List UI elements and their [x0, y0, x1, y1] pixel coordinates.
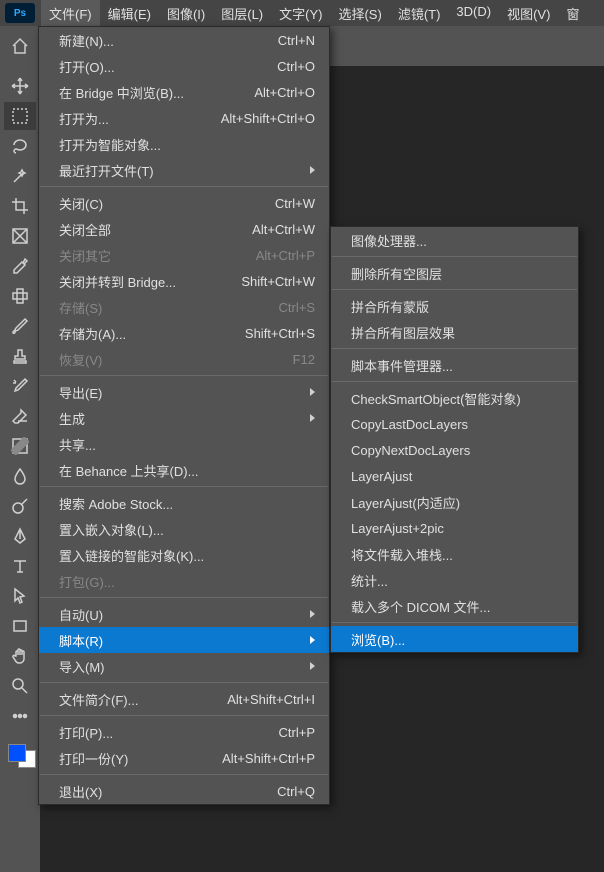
- tool-blur[interactable]: [4, 462, 36, 490]
- file-menu-item[interactable]: 打印一份(Y)Alt+Shift+Ctrl+P: [39, 745, 329, 771]
- script-menu-item[interactable]: 删除所有空图层: [331, 260, 578, 286]
- file-menu-item[interactable]: 打开为智能对象...: [39, 131, 329, 157]
- script-menu-item[interactable]: LayerAjust+2pic: [331, 515, 578, 541]
- script-menu-item[interactable]: LayerAjust: [331, 463, 578, 489]
- tool-rectangle[interactable]: [4, 612, 36, 640]
- script-menu-item[interactable]: 脚本事件管理器...: [331, 352, 578, 378]
- file-menu-item[interactable]: 打开(O)...Ctrl+O: [39, 53, 329, 79]
- file-menu-item[interactable]: 共享...: [39, 431, 329, 457]
- menu-6[interactable]: 滤镜(T): [390, 0, 449, 27]
- menu-1[interactable]: 编辑(E): [100, 0, 159, 27]
- menu-4[interactable]: 文字(Y): [271, 0, 330, 27]
- file-menu-item[interactable]: 自动(U): [39, 601, 329, 627]
- tool-path-select[interactable]: [4, 582, 36, 610]
- tool-brush[interactable]: [4, 312, 36, 340]
- tool-dodge[interactable]: [4, 492, 36, 520]
- file-menu-item[interactable]: 在 Bridge 中浏览(B)...Alt+Ctrl+O: [39, 79, 329, 105]
- file-menu-item[interactable]: 关闭并转到 Bridge...Shift+Ctrl+W: [39, 268, 329, 294]
- file-menu-item[interactable]: 置入嵌入对象(L)...: [39, 516, 329, 542]
- menu-0[interactable]: 文件(F): [41, 0, 100, 27]
- script-menu-item[interactable]: 统计...: [331, 567, 578, 593]
- color-swatches[interactable]: [4, 738, 36, 770]
- tool-more[interactable]: [4, 702, 36, 730]
- script-menu-item[interactable]: 浏览(B)...: [331, 626, 578, 652]
- file-menu-item[interactable]: 打开为...Alt+Shift+Ctrl+O: [39, 105, 329, 131]
- script-submenu: 图像处理器... 删除所有空图层拼合所有蒙版拼合所有图层效果脚本事件管理器... C…: [330, 226, 579, 653]
- file-menu-item[interactable]: 存储为(A)...Shift+Ctrl+S: [39, 320, 329, 346]
- script-menu-item[interactable]: 将文件载入堆栈...: [331, 541, 578, 567]
- file-menu-item[interactable]: 生成: [39, 405, 329, 431]
- menu-9[interactable]: 窗: [558, 0, 587, 27]
- file-menu-item[interactable]: 脚本(R): [39, 627, 329, 653]
- tool-palette: [0, 66, 40, 872]
- file-menu: 新建(N)...Ctrl+N打开(O)...Ctrl+O在 Bridge 中浏览…: [38, 26, 330, 805]
- file-menu-item[interactable]: 关闭全部Alt+Ctrl+W: [39, 216, 329, 242]
- script-menu-item[interactable]: 载入多个 DICOM 文件...: [331, 593, 578, 619]
- tool-eraser[interactable]: [4, 402, 36, 430]
- file-menu-item: 恢复(V)F12: [39, 346, 329, 372]
- tool-gradient[interactable]: [4, 432, 36, 460]
- script-menu-item[interactable]: CopyNextDocLayers: [331, 437, 578, 463]
- menu-7[interactable]: 3D(D): [448, 0, 499, 27]
- file-menu-item[interactable]: 文件简介(F)...Alt+Shift+Ctrl+I: [39, 686, 329, 712]
- script-menu-item[interactable]: 拼合所有蒙版: [331, 293, 578, 319]
- script-menu-item[interactable]: 拼合所有图层效果: [331, 319, 578, 345]
- file-menu-item[interactable]: 搜索 Adobe Stock...: [39, 490, 329, 516]
- menubar: Ps 文件(F)编辑(E)图像(I)图层(L)文字(Y)选择(S)滤镜(T)3D…: [0, 0, 604, 26]
- tool-type[interactable]: [4, 552, 36, 580]
- file-menu-item[interactable]: 打印(P)...Ctrl+P: [39, 719, 329, 745]
- file-menu-item[interactable]: 退出(X)Ctrl+Q: [39, 778, 329, 804]
- file-menu-item: 打包(G)...: [39, 568, 329, 594]
- file-menu-item: 存储(S)Ctrl+S: [39, 294, 329, 320]
- menu-3[interactable]: 图层(L): [213, 0, 271, 27]
- tool-pen[interactable]: [4, 522, 36, 550]
- tool-stamp[interactable]: [4, 342, 36, 370]
- tool-zoom[interactable]: [4, 672, 36, 700]
- tool-hand[interactable]: [4, 642, 36, 670]
- tool-crop[interactable]: [4, 192, 36, 220]
- file-menu-item[interactable]: 导出(E): [39, 379, 329, 405]
- app-logo: Ps: [5, 3, 35, 23]
- file-menu-item[interactable]: 最近打开文件(T): [39, 157, 329, 183]
- file-menu-item: 关闭其它Alt+Ctrl+P: [39, 242, 329, 268]
- script-menu-item[interactable]: CopyLastDocLayers: [331, 411, 578, 437]
- script-menu-item[interactable]: LayerAjust(内适应): [331, 489, 578, 515]
- tool-history-brush[interactable]: [4, 372, 36, 400]
- menu-8[interactable]: 视图(V): [499, 0, 558, 27]
- tool-marquee[interactable]: [4, 102, 36, 130]
- script-menu-item[interactable]: 图像处理器...: [331, 227, 578, 253]
- menu-2[interactable]: 图像(I): [159, 0, 213, 27]
- file-menu-item[interactable]: 置入链接的智能对象(K)...: [39, 542, 329, 568]
- tool-frame[interactable]: [4, 222, 36, 250]
- menu-5[interactable]: 选择(S): [330, 0, 389, 27]
- home-icon[interactable]: [8, 34, 32, 58]
- script-menu-item[interactable]: CheckSmartObject(智能对象): [331, 385, 578, 411]
- tool-wand[interactable]: [4, 162, 36, 190]
- tool-move[interactable]: [4, 72, 36, 100]
- tool-lasso[interactable]: [4, 132, 36, 160]
- tool-eyedropper[interactable]: [4, 252, 36, 280]
- file-menu-item[interactable]: 新建(N)...Ctrl+N: [39, 27, 329, 53]
- tool-healing[interactable]: [4, 282, 36, 310]
- file-menu-item[interactable]: 在 Behance 上共享(D)...: [39, 457, 329, 483]
- file-menu-item[interactable]: 关闭(C)Ctrl+W: [39, 190, 329, 216]
- file-menu-item[interactable]: 导入(M): [39, 653, 329, 679]
